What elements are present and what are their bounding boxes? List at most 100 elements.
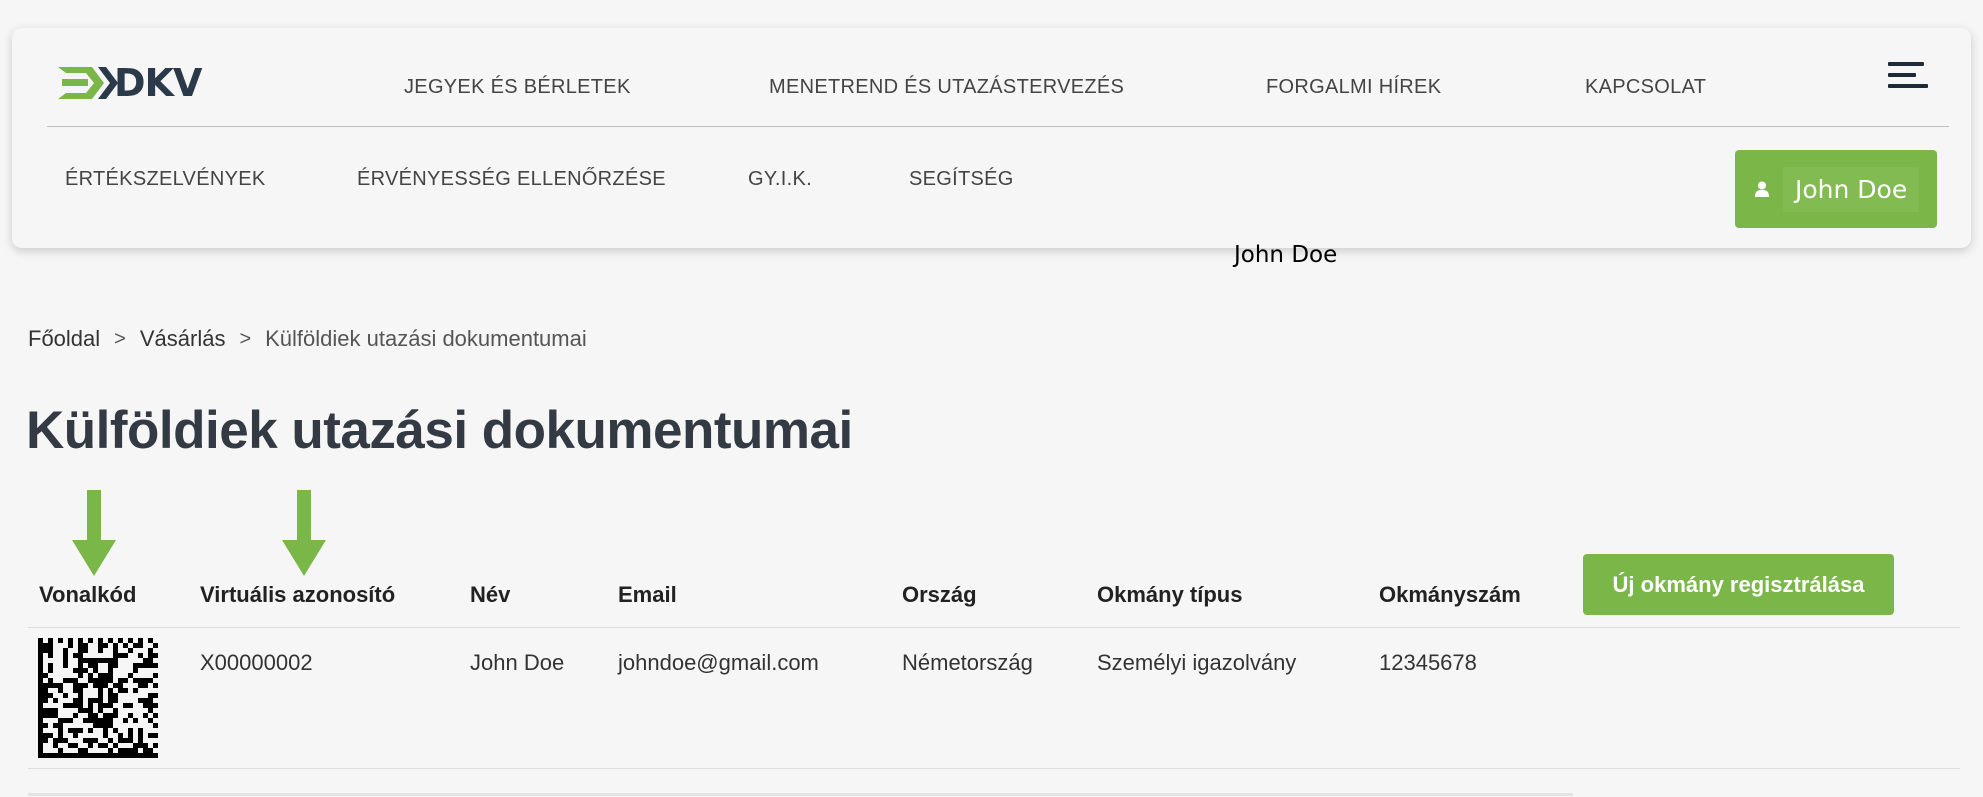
barcode-module bbox=[43, 713, 48, 718]
barcode-module bbox=[48, 663, 53, 668]
barcode-module bbox=[73, 733, 78, 738]
nav-item-gyik[interactable]: GY.I.K. bbox=[748, 168, 812, 191]
barcode-module bbox=[103, 703, 108, 708]
barcode-module bbox=[113, 643, 118, 648]
barcode-module bbox=[108, 698, 113, 703]
barcode-module bbox=[88, 663, 93, 668]
user-icon bbox=[1755, 181, 1769, 197]
barcode-module bbox=[138, 698, 143, 703]
nav-item-jegyek[interactable]: JEGYEK ÉS BÉRLETEK bbox=[404, 76, 631, 99]
user-account-button[interactable]: John Doe bbox=[1735, 150, 1937, 228]
barcode-module bbox=[113, 713, 118, 718]
barcode-module bbox=[58, 748, 63, 753]
barcode-module bbox=[113, 693, 118, 698]
barcode-module bbox=[138, 663, 143, 668]
barcode-module bbox=[133, 678, 138, 683]
barcode-module bbox=[43, 648, 48, 653]
barcode-module bbox=[98, 683, 103, 688]
barcode-module bbox=[108, 748, 113, 753]
user-button-label: John Doe bbox=[1783, 166, 1920, 212]
cell-doc-type: Személyi igazolvány bbox=[1097, 650, 1297, 675]
barcode-module bbox=[148, 648, 153, 653]
barcode-module bbox=[38, 668, 43, 673]
barcode-module bbox=[63, 703, 68, 708]
barcode-module bbox=[78, 668, 83, 673]
barcode-module bbox=[108, 713, 113, 718]
column-header-barcode: Vonalkód bbox=[39, 582, 137, 607]
barcode-module bbox=[58, 738, 63, 743]
table-divider bbox=[28, 627, 1960, 628]
barcode-module bbox=[128, 703, 133, 708]
barcode-module bbox=[38, 738, 43, 743]
barcode-module bbox=[88, 678, 93, 683]
barcode-module bbox=[118, 638, 123, 643]
barcode-module bbox=[98, 643, 103, 648]
column-header-country: Ország bbox=[902, 582, 977, 607]
hamburger-menu-icon[interactable] bbox=[1888, 60, 1930, 90]
barcode-module bbox=[93, 658, 98, 663]
barcode-module bbox=[38, 648, 43, 653]
nav-item-ertekszelvenyek[interactable]: ÉRTÉKSZELVÉNYEK bbox=[65, 168, 266, 191]
top-navigation: JEGYEK ÉS BÉRLETEK MENETREND ÉS UTAZÁSTE… bbox=[12, 68, 1971, 108]
barcode-module bbox=[98, 688, 103, 693]
barcode-module bbox=[48, 708, 53, 713]
barcode-module bbox=[143, 748, 148, 753]
barcode-module bbox=[118, 733, 123, 738]
nav-item-ervenyesseg[interactable]: ÉRVÉNYESSÉG ELLENŐRZÉSE bbox=[357, 168, 666, 191]
nav-item-segitseg[interactable]: SEGÍTSÉG bbox=[909, 168, 1014, 191]
barcode-module bbox=[83, 658, 88, 663]
barcode-module bbox=[63, 753, 68, 758]
barcode-module bbox=[103, 728, 108, 733]
barcode-module bbox=[113, 728, 118, 733]
barcode-module bbox=[38, 698, 43, 703]
barcode-module bbox=[78, 663, 83, 668]
barcode-module bbox=[148, 708, 153, 713]
barcode-module bbox=[93, 718, 98, 723]
barcode-module bbox=[88, 698, 93, 703]
barcode-module bbox=[143, 663, 148, 668]
barcode-module bbox=[83, 648, 88, 653]
nav-item-menetrend[interactable]: MENETREND ÉS UTAZÁSTERVEZÉS bbox=[769, 76, 1124, 99]
barcode-module bbox=[38, 748, 43, 753]
barcode-module bbox=[63, 738, 68, 743]
barcode-module bbox=[93, 753, 98, 758]
barcode-module bbox=[98, 743, 103, 748]
barcode-module bbox=[138, 643, 143, 648]
barcode-module bbox=[118, 688, 123, 693]
barcode-module bbox=[43, 683, 48, 688]
barcode-module bbox=[138, 733, 143, 738]
barcode-module bbox=[153, 723, 158, 728]
barcode-module bbox=[133, 688, 138, 693]
barcode-module bbox=[148, 693, 153, 698]
barcode-module bbox=[118, 653, 123, 658]
barcode-module bbox=[48, 643, 53, 648]
barcode-module bbox=[48, 638, 53, 643]
barcode-module bbox=[128, 738, 133, 743]
barcode-module bbox=[103, 733, 108, 738]
barcode-module bbox=[123, 678, 128, 683]
barcode-module bbox=[53, 683, 58, 688]
barcode-module bbox=[123, 703, 128, 708]
nav-item-kapcsolat[interactable]: KAPCSOLAT bbox=[1585, 76, 1706, 99]
barcode-module bbox=[93, 683, 98, 688]
barcode-module bbox=[113, 658, 118, 663]
barcode-module bbox=[103, 723, 108, 728]
barcode-module bbox=[58, 683, 63, 688]
nav-item-forgalmi-hirek[interactable]: FORGALMI HÍREK bbox=[1266, 76, 1441, 99]
barcode-module bbox=[133, 668, 138, 673]
barcode-module bbox=[53, 713, 58, 718]
barcode-module bbox=[68, 718, 73, 723]
barcode-module bbox=[103, 683, 108, 688]
barcode-module bbox=[43, 733, 48, 738]
barcode-module bbox=[48, 733, 53, 738]
breadcrumb-purchase[interactable]: Vásárlás bbox=[140, 326, 226, 352]
barcode-module bbox=[78, 698, 83, 703]
barcode-module bbox=[148, 658, 153, 663]
barcode-module bbox=[148, 678, 153, 683]
barcode-module bbox=[68, 743, 73, 748]
barcode-module bbox=[88, 708, 93, 713]
register-new-document-button[interactable]: Új okmány regisztrálása bbox=[1583, 554, 1894, 615]
barcode-module bbox=[103, 718, 108, 723]
breadcrumb-home[interactable]: Főoldal bbox=[28, 326, 100, 352]
barcode-module bbox=[148, 718, 153, 723]
